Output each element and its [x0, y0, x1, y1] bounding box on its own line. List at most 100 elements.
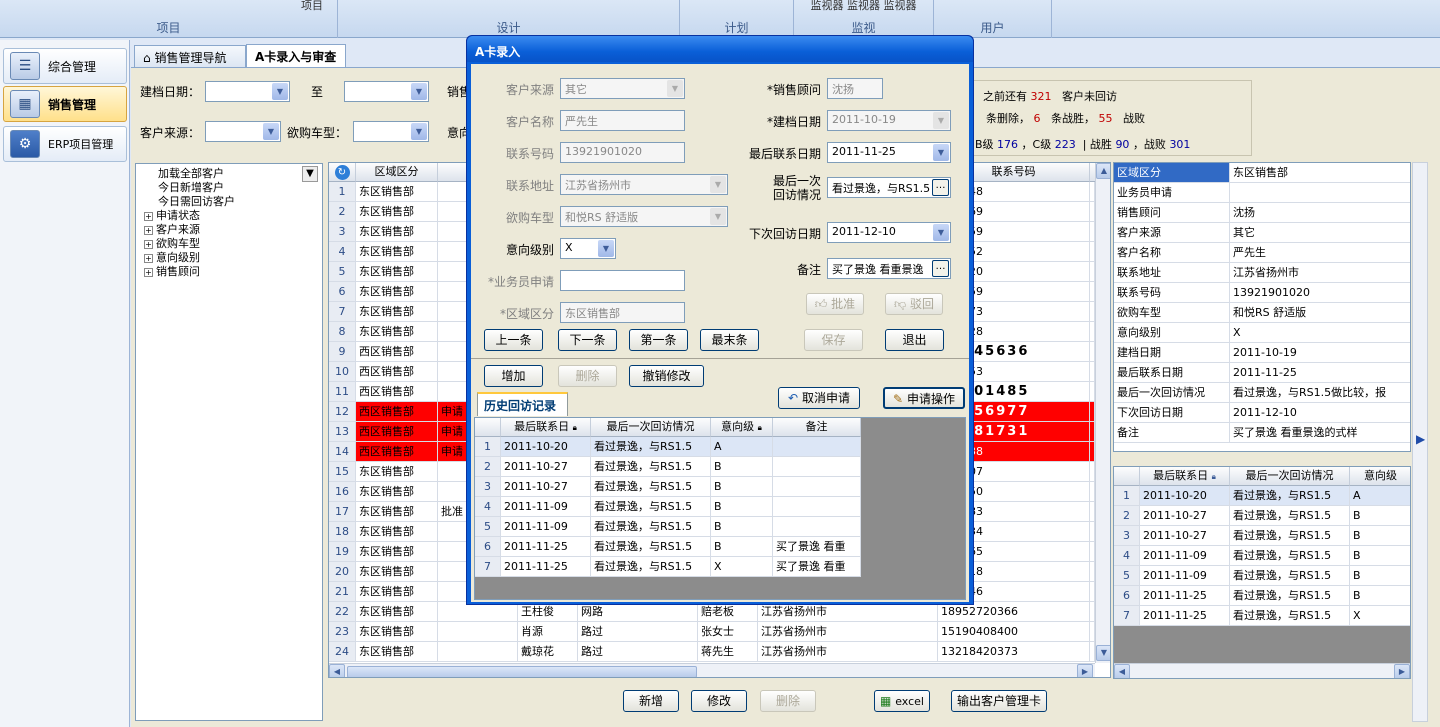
grid-cell[interactable]: 东区销售部 [356, 522, 438, 542]
detail-field-value[interactable]: 看过景逸，与RS1.5做比较，报 [1230, 383, 1410, 403]
row-number[interactable]: 10 [329, 362, 356, 382]
grid-cell[interactable]: 东区销售部 [356, 302, 438, 322]
history-cell[interactable]: 看过景逸，与RS1.5 [591, 457, 711, 477]
intent-select[interactable]: X ▼ [560, 238, 616, 259]
grid-cell[interactable]: 18952720366 [938, 602, 1090, 622]
next-visit-select[interactable]: 2011-12-10 ▼ [827, 222, 951, 243]
row-number[interactable]: 3 [1114, 526, 1140, 546]
history-cell[interactable]: 看过景逸，与RS1.5 [1230, 546, 1350, 566]
history-cell[interactable] [773, 517, 861, 537]
history-cell[interactable]: 看过景逸，与RS1.5 [1230, 566, 1350, 586]
delete-button[interactable]: 删除 [760, 690, 816, 712]
row-number[interactable]: 2 [1114, 506, 1140, 526]
row-number[interactable]: 12 [329, 402, 356, 422]
detail-field-value[interactable]: 严先生 [1230, 243, 1410, 263]
column-header[interactable]: 最后一次回访情况 [591, 418, 711, 437]
history-cell[interactable]: B [711, 457, 773, 477]
history-cell[interactable]: 2011-11-25 [1140, 586, 1230, 606]
grid-cell[interactable]: 江苏省扬州市 [758, 602, 938, 622]
column-header[interactable]: 备注 [773, 418, 861, 437]
column-header[interactable]: 最后联系日 🔒︎ [1140, 467, 1230, 486]
grid-cell[interactable]: 王柱俊 [518, 602, 578, 622]
grid-cell[interactable] [438, 602, 518, 622]
grid-cell[interactable]: 戴琼花 [518, 642, 578, 662]
row-number[interactable]: 24 [329, 642, 356, 662]
cancel-apply-button[interactable]: ↶ 取消申请 [778, 387, 860, 409]
refresh-icon[interactable]: ↻ [329, 163, 356, 182]
grid-cell[interactable] [438, 642, 518, 662]
save-button[interactable]: 保存 [804, 329, 863, 351]
excel-button[interactable]: ▦ excel [874, 690, 930, 712]
detail-field-value[interactable]: 江苏省扬州市 [1230, 263, 1410, 283]
grid-cell[interactable]: 赔老板 [698, 602, 758, 622]
history-cell[interactable] [773, 457, 861, 477]
grid-cell[interactable]: 西区销售部 [356, 402, 438, 422]
history-cell[interactable]: 买了景逸 看重 [773, 557, 861, 577]
tab-a-card-entry[interactable]: A卡录入与审查 [246, 44, 346, 68]
history-cell[interactable]: 看过景逸，与RS1.5 [591, 477, 711, 497]
history-cell[interactable]: X [1350, 606, 1410, 626]
grid-cell[interactable]: 东区销售部 [356, 322, 438, 342]
export-card-button[interactable]: 输出客户管理卡 [951, 690, 1047, 712]
history-cell[interactable]: B [1350, 506, 1410, 526]
row-number[interactable]: 7 [475, 557, 501, 577]
history-cell[interactable]: 看过景逸，与RS1.5 [591, 537, 711, 557]
add-button[interactable]: 增加 [484, 365, 543, 387]
row-number[interactable]: 22 [329, 602, 356, 622]
row-number[interactable]: 2 [475, 457, 501, 477]
history-cell[interactable]: 2011-10-27 [501, 457, 591, 477]
last-button[interactable]: 最末条 [700, 329, 759, 351]
row-number[interactable]: 19 [329, 542, 356, 562]
grid-cell[interactable]: 15190408400 [938, 622, 1090, 642]
horizontal-scrollbar[interactable]: ◀ ▶ [1114, 663, 1410, 678]
grid-cell[interactable] [438, 622, 518, 642]
last-visit-input[interactable]: 看过景逸，与RS1.5 … [827, 177, 951, 198]
grid-cell[interactable]: 西区销售部 [356, 442, 438, 462]
history-cell[interactable]: B [711, 517, 773, 537]
history-cell[interactable]: 2011-10-27 [501, 477, 591, 497]
history-cell[interactable] [773, 477, 861, 497]
apply-input[interactable] [560, 270, 685, 291]
history-cell[interactable]: X [711, 557, 773, 577]
row-number[interactable]: 9 [329, 342, 356, 362]
grid-cell[interactable]: 东区销售部 [356, 562, 438, 582]
phone-input[interactable]: 13921901020 [560, 142, 685, 163]
scroll-thumb[interactable] [347, 666, 697, 677]
history-cell[interactable]: 买了景逸 看重 [773, 537, 861, 557]
history-cell[interactable]: 看过景逸，与RS1.5 [591, 437, 711, 457]
row-number[interactable]: 17 [329, 502, 356, 522]
grid-cell[interactable]: 西区销售部 [356, 422, 438, 442]
next-button[interactable]: 下一条 [558, 329, 617, 351]
ellipsis-icon[interactable]: … [932, 260, 949, 277]
row-number[interactable]: 14 [329, 442, 356, 462]
ribbon-item-project[interactable]: 项目 [0, 0, 337, 13]
history-cell[interactable]: 看过景逸，与RS1.5 [1230, 526, 1350, 546]
grid-cell[interactable]: 东区销售部 [356, 282, 438, 302]
grid-cell[interactable]: 东区销售部 [356, 542, 438, 562]
consultant-input[interactable]: 沈扬 [827, 78, 883, 99]
row-number[interactable]: 23 [329, 622, 356, 642]
history-cell[interactable]: 2011-10-27 [1140, 506, 1230, 526]
grid-cell[interactable]: 江苏省扬州市 [758, 642, 938, 662]
reject-button[interactable]: 👎︎ 驳回 [885, 293, 943, 315]
row-number[interactable]: 11 [329, 382, 356, 402]
history-cell[interactable]: 2011-10-20 [1140, 486, 1230, 506]
create-date-from[interactable]: ▼ [205, 81, 290, 102]
detail-field-value[interactable]: 和悦RS 舒适版 [1230, 303, 1410, 323]
history-cell[interactable]: B [1350, 526, 1410, 546]
horizontal-scrollbar[interactable]: ◀ ▶ [329, 663, 1095, 677]
history-cell[interactable] [773, 437, 861, 457]
history-cell[interactable]: 看过景逸，与RS1.5 [591, 557, 711, 577]
car-select[interactable]: 和悦RS 舒适版 ▼ [560, 206, 728, 227]
history-cell[interactable]: B [711, 537, 773, 557]
source-select[interactable]: 其它 ▼ [560, 78, 685, 99]
column-header[interactable]: 意向级 🔒︎ [711, 418, 773, 437]
last-contact-select[interactable]: 2011-11-25 ▼ [827, 142, 951, 163]
row-number[interactable]: 6 [329, 282, 356, 302]
grid-cell[interactable]: 东区销售部 [356, 182, 438, 202]
grid-cell[interactable]: 东区销售部 [356, 642, 438, 662]
row-number[interactable]: 2 [329, 202, 356, 222]
nav-item-erp[interactable]: ⚙ ERP项目管理 [3, 126, 127, 162]
column-header[interactable]: 区域区分 [356, 163, 438, 182]
history-cell[interactable]: 2011-10-27 [1140, 526, 1230, 546]
